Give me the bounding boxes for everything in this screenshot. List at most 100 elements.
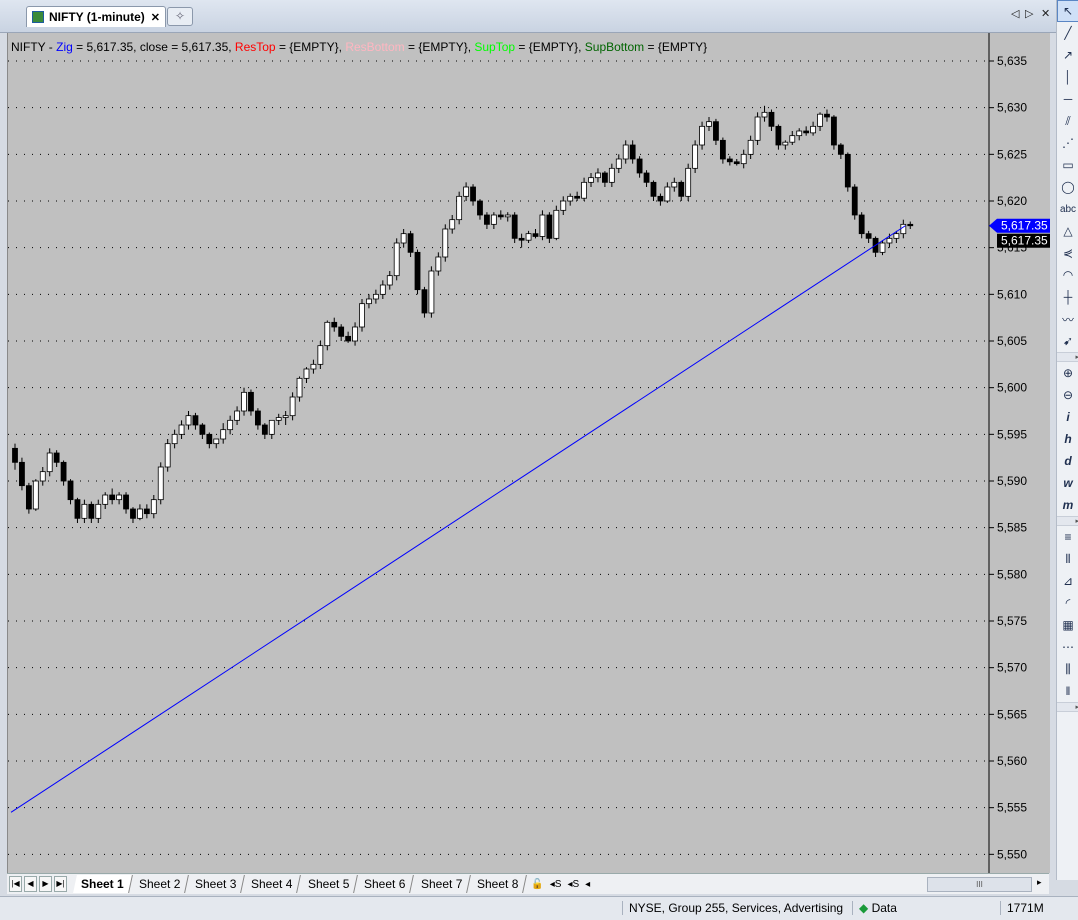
legend-segment: = {EMPTY}, (275, 40, 346, 54)
drawing-toolbar: ↖ ╱ ↗ │ ─ ⫽ ⋰ ▭ ◯ abc △ ⋞ ◠ ┼ 〰 ➹ ▸ ⊕ ⊖ i h d w m ▸ ≡ ⦀ ⊿ ◜ ▦ ⋯ ⫼ ‖ ▸ (1056, 0, 1078, 880)
price-chart[interactable]: 5,6355,6305,6255,6205,6155,6105,6055,600… (8, 33, 1050, 873)
close-window-icon[interactable]: ✕ (1041, 7, 1050, 20)
chart-tab[interactable]: NIFTY (1-minute) ✕ (26, 6, 166, 27)
gann-fan-tool-icon[interactable]: ⊿ (1057, 570, 1078, 592)
data-status[interactable]: ◆ Data (852, 901, 897, 915)
triangle-tool-icon[interactable]: △ (1057, 220, 1078, 242)
arc-tool-icon[interactable]: ◠ (1057, 264, 1078, 286)
interval-monthly-tool-icon[interactable]: m (1057, 494, 1078, 516)
candle-body (844, 153, 851, 188)
gann-grid-tool-icon[interactable]: ▦ (1057, 614, 1078, 636)
y-tick-label: 5,600 (997, 381, 1027, 395)
candle-body (53, 452, 60, 463)
candle-body (192, 415, 199, 426)
interval-daily-tool-icon[interactable]: d (1057, 450, 1078, 472)
fib-fan-tool-icon[interactable]: ⋰ (1057, 132, 1078, 154)
sheet-tab[interactable]: Sheet 5 (299, 875, 359, 893)
sheet-extra-button[interactable]: 🔓 (531, 879, 543, 890)
candle-body (268, 419, 275, 435)
zigzag-tool-icon[interactable]: 〰 (1057, 308, 1078, 330)
candle-body (782, 141, 789, 146)
fork-tool-icon[interactable]: ⋞ (1057, 242, 1078, 264)
sheet-nav-button[interactable]: ▶| (54, 876, 67, 892)
sheet-tab[interactable]: Sheet 2 (130, 875, 189, 893)
interval-hourly-tool-icon[interactable]: h (1057, 428, 1078, 450)
new-tab-button[interactable]: ✧ (167, 7, 193, 26)
candle-body (428, 270, 435, 314)
candle-body (379, 284, 386, 295)
candle-body (400, 233, 407, 244)
channel-tool-icon[interactable]: ⫽ (1057, 110, 1078, 132)
sheet-extra-button[interactable]: ◂S (550, 879, 562, 890)
candle-body (824, 113, 830, 118)
candle-body (171, 433, 178, 445)
sheet-tab[interactable]: Sheet 3 (187, 875, 246, 893)
candle-body (137, 508, 143, 519)
interval-intraday-tool-icon[interactable]: i (1057, 406, 1078, 428)
scroll-grip-icon: III (976, 880, 983, 889)
price-axis: 5,6355,6305,6255,6205,6155,6105,6055,600… (989, 54, 1027, 861)
candle-body (671, 181, 678, 188)
interval-weekly-tool-icon[interactable]: w (1057, 472, 1078, 494)
candle-body (46, 452, 53, 473)
sheet-tab[interactable]: Sheet 1 (73, 875, 133, 893)
vertical-line-tool-icon[interactable]: │ (1057, 66, 1078, 88)
candle-body (289, 396, 296, 417)
scroll-right-icon[interactable]: ▸ (1037, 877, 1042, 888)
legend-segment: Zig (56, 40, 73, 54)
zoom-out-tool-icon[interactable]: ⊖ (1057, 384, 1078, 406)
candle-body (282, 415, 289, 418)
select-tool-icon[interactable]: ↖ (1057, 0, 1078, 22)
ellipse-tool-icon[interactable]: ◯ (1057, 176, 1078, 198)
cycle-lines-tool-icon[interactable]: ‖ (1057, 680, 1078, 702)
close-tab-icon[interactable]: ✕ (151, 11, 160, 24)
scroll-tabs-right-icon[interactable]: ▷ (1025, 7, 1033, 20)
candle-body (581, 181, 587, 199)
text-tool-icon[interactable]: abc (1057, 198, 1078, 220)
fib-extension-tool-icon[interactable]: ⦀ (1057, 548, 1078, 570)
fib-timezone-tool-icon[interactable]: ⫼ (1057, 658, 1078, 680)
fib-retracement-tool-icon[interactable]: ≡ (1057, 526, 1078, 548)
candle-body (733, 161, 740, 165)
toolbar-separator[interactable]: ▸ (1057, 702, 1078, 712)
candle-body (12, 447, 18, 463)
candle-body (393, 242, 400, 277)
sheet-tab[interactable]: Sheet 7 (412, 875, 471, 893)
horizontal-line-tool-icon[interactable]: ─ (1057, 88, 1078, 110)
scroll-tabs-left-icon[interactable]: ◁ (1011, 7, 1019, 20)
arrow-tool-icon[interactable]: ➹ (1057, 330, 1078, 352)
sheet-tab[interactable]: Sheet 4 (243, 875, 302, 893)
candle-body (643, 172, 650, 183)
zoom-in-tool-icon[interactable]: ⊕ (1057, 362, 1078, 384)
horizontal-scrollbar[interactable]: III (927, 877, 1032, 892)
sheet-nav-button[interactable]: ◀ (24, 876, 37, 892)
price-markers: 5,617.355,617.35 (989, 218, 1050, 248)
chart-pane[interactable]: 5,6355,6305,6255,6205,6155,6105,6055,600… (7, 33, 1050, 873)
candle-body (150, 499, 157, 515)
candle-body (879, 242, 886, 253)
ray-tool-icon[interactable]: ↗ (1057, 44, 1078, 66)
speed-lines-tool-icon[interactable]: ⋯ (1057, 636, 1078, 658)
sheet-extra-button[interactable]: ◂ (585, 879, 590, 890)
line-tool-icon[interactable]: ╱ (1057, 22, 1078, 44)
sheet-nav-button[interactable]: ▶ (39, 876, 52, 892)
candle-body (317, 345, 324, 365)
cycle-tool-icon[interactable]: ┼ (1057, 286, 1078, 308)
fib-arc-tool-icon[interactable]: ◜ (1057, 592, 1078, 614)
symbol-info: NYSE, Group 255, Services, Advertising (622, 901, 843, 915)
candle-body (372, 293, 379, 300)
candle-body (803, 130, 810, 134)
candle-body (484, 214, 490, 225)
toolbar-separator[interactable]: ▸ (1057, 516, 1078, 526)
sheet-tab[interactable]: Sheet 6 (356, 875, 415, 893)
candle-body (116, 494, 122, 501)
candle-body (109, 494, 116, 501)
candle-body (143, 508, 150, 515)
sheet-tab[interactable]: Sheet 8 (469, 875, 528, 893)
candle-body (775, 125, 782, 146)
rectangle-tool-icon[interactable]: ▭ (1057, 154, 1078, 176)
y-tick-label: 5,575 (997, 614, 1027, 628)
sheet-extra-button[interactable]: ◂S (567, 879, 579, 890)
sheet-nav-button[interactable]: |◀ (9, 876, 22, 892)
toolbar-separator[interactable]: ▸ (1057, 352, 1078, 362)
